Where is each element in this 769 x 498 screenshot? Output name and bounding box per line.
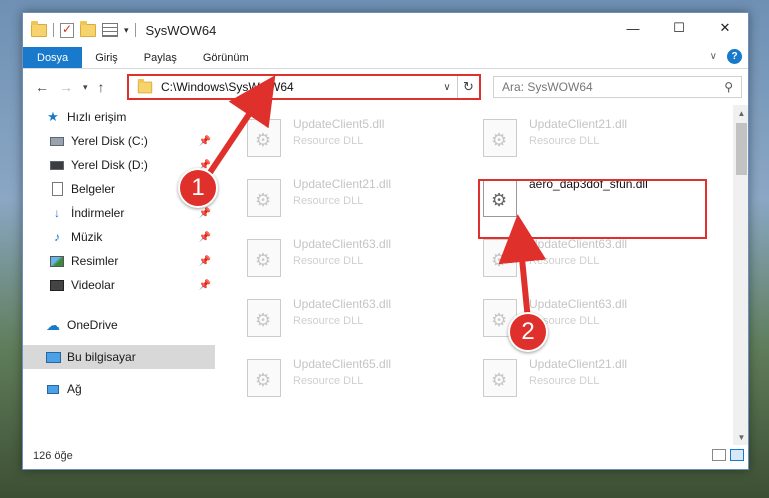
star-icon: ★ [47,109,59,124]
new-folder-icon[interactable] [80,20,96,37]
dll-file-icon [247,179,281,217]
file-item[interactable]: UpdateClient63.dllResource DLL [247,233,477,287]
content-area: ★ Hızlı erişim Yerel Disk (C:) 📌 Yerel D… [23,105,748,445]
file-item[interactable]: UpdateClient21.dllResource DLL [483,353,713,407]
file-item[interactable]: UpdateClient5.dllResource DLL [247,113,477,167]
pin-icon[interactable]: 📌 [199,136,211,147]
properties-icon[interactable] [102,23,118,37]
address-history-chevron-icon[interactable]: ∨ [437,82,457,93]
explorer-window: ▾ SysWOW64 — ☐ ✕ Dosya Giriş Paylaş Görü… [22,12,749,470]
tab-dosya[interactable]: Dosya [23,47,83,68]
sidebar-item-pictures[interactable]: Resimler 📌 [23,249,215,273]
tab-giris[interactable]: Giriş [82,47,131,68]
close-button[interactable]: ✕ [702,13,748,43]
sidebar-item-onedrive[interactable]: ☁ OneDrive [23,313,215,337]
drive-icon [49,158,65,172]
callout-badge-1: 1 [178,168,218,208]
dll-file-icon [483,119,517,157]
file-item[interactable]: UpdateClient63.dllResource DLL [483,233,713,287]
sidebar-item-network[interactable]: Ağ [23,377,215,401]
network-icon [45,382,61,396]
drive-icon [49,134,65,148]
properties-check-icon[interactable] [60,22,74,38]
pictures-icon [49,254,65,268]
expand-ribbon-chevron-icon[interactable]: ∨ [710,51,717,62]
details-view-icon[interactable] [712,449,726,461]
sidebar-item-quick-access[interactable]: ★ Hızlı erişim [23,105,215,129]
maximize-button[interactable]: ☐ [656,13,702,43]
tab-gorunum[interactable]: Görünüm [190,47,262,68]
window-title: SysWOW64 [145,22,217,38]
tab-paylas[interactable]: Paylaş [131,47,190,68]
pin-icon[interactable]: 📌 [199,280,211,291]
dll-file-icon [247,299,281,337]
sidebar-item-music[interactable]: ♪ Müzik 📌 [23,225,215,249]
documents-icon [49,182,65,196]
forward-arrow-icon[interactable]: → [59,79,73,95]
item-count: 126 öğe [33,450,73,462]
dll-file-icon [247,119,281,157]
up-arrow-icon[interactable]: ↑ [98,79,105,95]
highlight-box [478,179,707,239]
folder-icon [137,78,153,93]
tiles-view-icon[interactable] [730,449,744,461]
videos-icon [49,278,65,292]
refresh-icon[interactable]: ↻ [457,76,479,98]
navigation-pane: ★ Hızlı erişim Yerel Disk (C:) 📌 Yerel D… [23,105,215,445]
status-bar: 126 öğe [23,443,748,469]
minimize-button[interactable]: — [610,13,656,43]
pin-icon[interactable]: 📌 [199,208,211,219]
computer-icon [45,350,61,364]
address-path[interactable]: C:\Windows\SysWOW64 [161,80,437,94]
search-box[interactable]: Ara: SysWOW64 ⚲ [493,76,742,98]
music-icon: ♪ [54,230,60,244]
title-bar: ▾ SysWOW64 — ☐ ✕ [23,13,748,47]
callout-badge-2: 2 [508,312,548,352]
sidebar-item-local-disk-c[interactable]: Yerel Disk (C:) 📌 [23,129,215,153]
navigation-buttons: ← → ▾ ↑ [23,79,127,95]
scrollbar-thumb[interactable] [736,123,747,175]
vertical-scrollbar[interactable]: ▲ ▼ [733,105,748,445]
ribbon-tabs: Dosya Giriş Paylaş Görünüm ∨ ? [23,47,748,69]
recent-locations-chevron-icon[interactable]: ▾ [83,82,88,93]
address-bar[interactable]: C:\Windows\SysWOW64 ∨ ↻ [127,74,481,100]
file-item[interactable]: UpdateClient21.dllResource DLL [247,173,477,227]
file-item[interactable]: UpdateClient63.dllResource DLL [247,293,477,347]
dll-file-icon [483,359,517,397]
pin-icon[interactable]: 📌 [199,232,211,243]
cloud-icon: ☁ [46,316,60,333]
quick-access-toolbar: ▾ [23,20,129,38]
scroll-up-icon[interactable]: ▲ [733,105,748,121]
window-controls: — ☐ ✕ [610,13,748,43]
file-item[interactable]: UpdateClient65.dllResource DLL [247,353,477,407]
address-row: ← → ▾ ↑ C:\Windows\SysWOW64 ∨ ↻ Ara: Sys… [23,69,748,105]
dll-file-icon [247,359,281,397]
dll-file-icon [247,239,281,277]
folder-icon [31,20,47,37]
pin-icon[interactable]: 📌 [199,256,211,267]
file-list: UpdateClient5.dllResource DLL UpdateClie… [233,105,733,445]
search-input[interactable]: Ara: SysWOW64 [502,80,593,94]
customize-toolbar-chevron-icon[interactable]: ▾ [124,25,129,36]
download-icon: ↓ [54,206,60,220]
sidebar-item-videos[interactable]: Videolar 📌 [23,273,215,297]
sidebar-item-this-pc[interactable]: Bu bilgisayar [23,345,215,369]
help-icon[interactable]: ? [727,49,742,64]
search-icon[interactable]: ⚲ [724,80,733,94]
dll-file-icon [483,239,517,277]
file-item[interactable]: UpdateClient21.dllResource DLL [483,113,713,167]
back-arrow-icon[interactable]: ← [35,79,49,95]
